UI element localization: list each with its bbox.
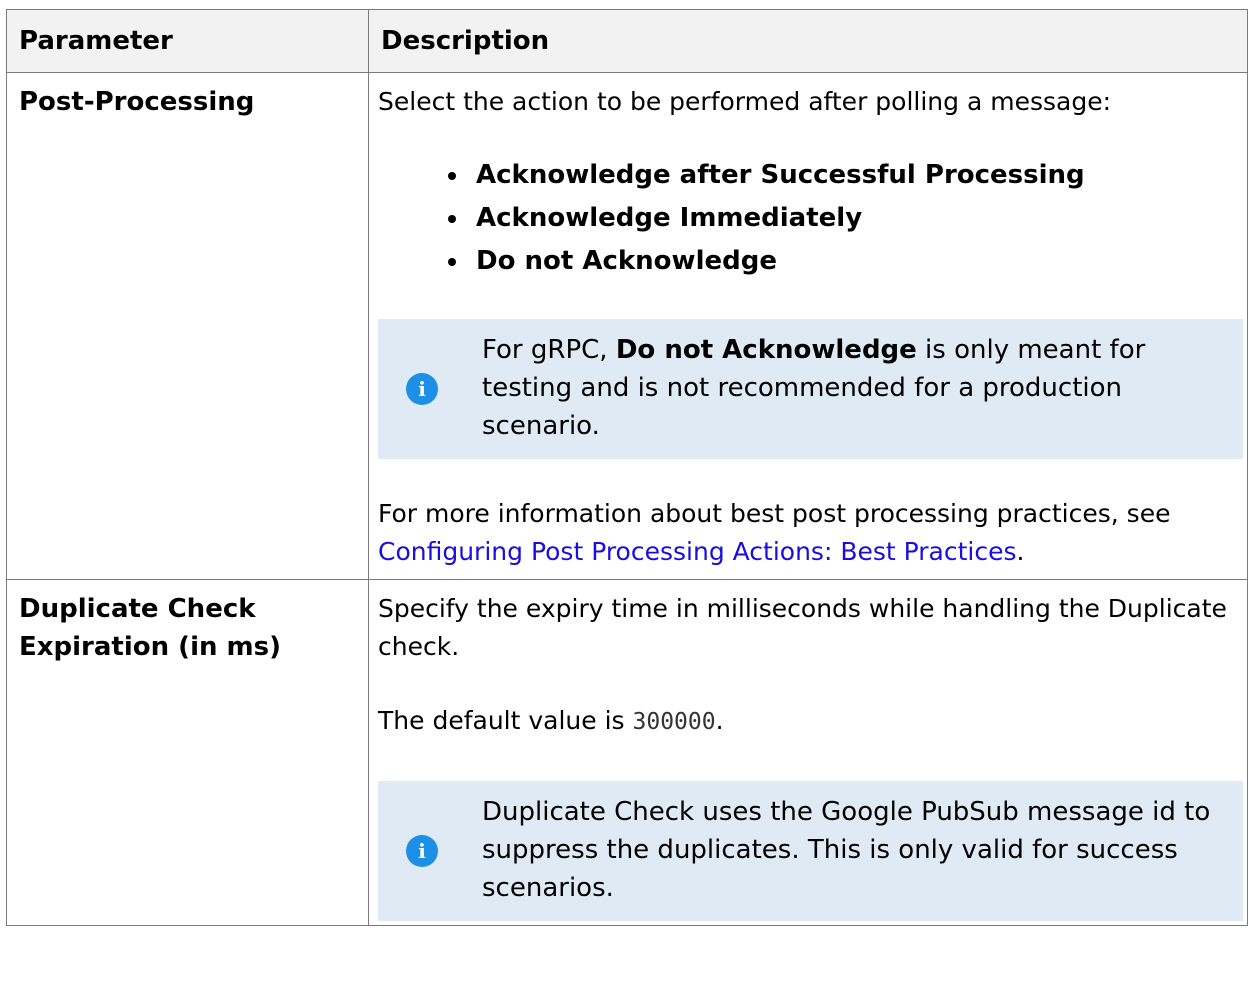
note-text-bold: Do not Acknowledge — [615, 335, 917, 365]
note-text: For gRPC, Do not Acknowledge is only mea… — [482, 331, 1227, 445]
more-info-text: For more information about best post pro… — [378, 495, 1233, 571]
more-info-prefix: For more information about best post pro… — [378, 499, 1171, 528]
list-item: Acknowledge after Successful Processing — [470, 154, 1233, 197]
list-item: Acknowledge Immediately — [470, 197, 1233, 240]
column-header-parameter: Parameter — [6, 9, 369, 73]
options-list: Acknowledge after Successful Processing … — [378, 154, 1233, 283]
parameter-name: Post-Processing — [6, 72, 369, 580]
parameters-table: Parameter Description Post-Processing Se… — [6, 9, 1248, 926]
best-practices-link[interactable]: Configuring Post Processing Actions: Bes… — [378, 537, 1017, 566]
description-intro: Select the action to be performed after … — [378, 87, 1111, 116]
default-value: 300000 — [632, 709, 716, 735]
description-intro: Specify the expiry time in milliseconds … — [378, 594, 1227, 661]
note-text: Duplicate Check uses the Google PubSub m… — [482, 797, 1211, 903]
default-prefix: The default value is — [378, 706, 633, 735]
table-row: Post-Processing Select the action to be … — [6, 72, 1248, 580]
list-item: Do not Acknowledge — [470, 240, 1233, 283]
more-info-suffix: . — [1016, 537, 1025, 566]
info-note: i Duplicate Check uses the Google PubSub… — [378, 781, 1243, 921]
note-text-prefix: For gRPC, — [482, 335, 616, 365]
default-suffix: . — [715, 706, 724, 735]
table-row: Duplicate Check Expiration (in ms) Speci… — [6, 579, 1248, 926]
info-icon: i — [406, 835, 438, 867]
info-icon: i — [406, 373, 438, 405]
parameter-description: Select the action to be performed after … — [368, 72, 1248, 580]
parameter-description: Specify the expiry time in milliseconds … — [368, 579, 1248, 926]
info-note: i For gRPC, Do not Acknowledge is only m… — [378, 319, 1243, 459]
column-header-description: Description — [368, 9, 1248, 73]
parameter-name: Duplicate Check Expiration (in ms) — [6, 579, 369, 926]
table-header-row: Parameter Description — [6, 9, 1248, 73]
default-value-text: The default value is 300000. — [378, 702, 1233, 741]
